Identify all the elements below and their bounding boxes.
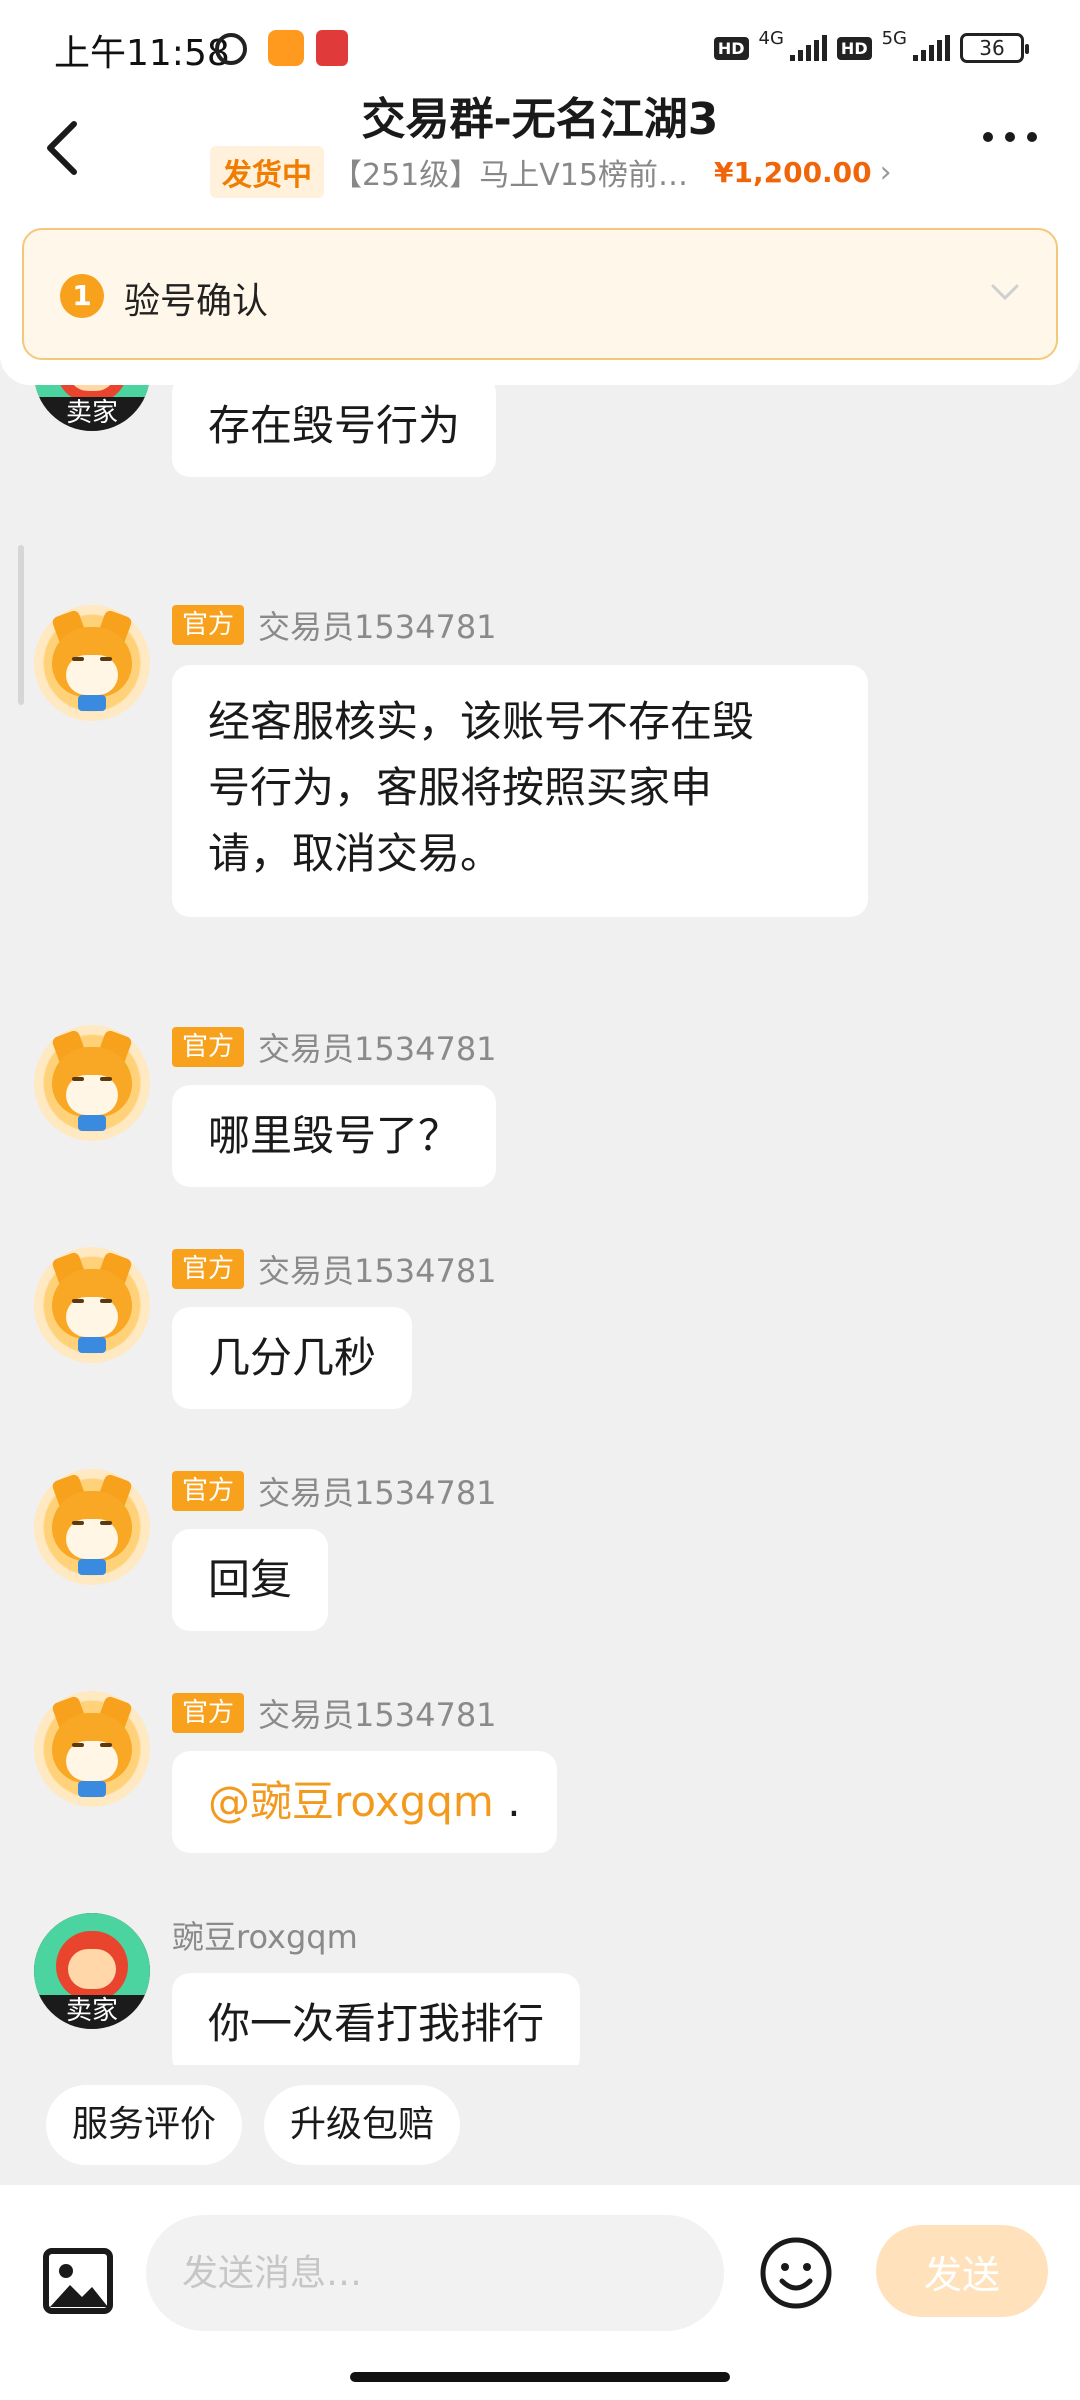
chevron-down-icon[interactable]: [990, 282, 1020, 302]
hd-icon: HD: [713, 36, 749, 60]
network-type-2: 5G: [881, 27, 907, 49]
status-bar: 上午11:58 HD 4G HD 5G 36: [0, 0, 1080, 92]
signal-icon-2: [913, 35, 950, 61]
message-bubble[interactable]: 几分几秒: [172, 1307, 413, 1409]
official-tag: 官方: [172, 605, 245, 645]
message-line: 经客服核实，该账号不存在毁: [208, 697, 755, 746]
home-indicator[interactable]: [350, 2372, 730, 2382]
agent-avatar[interactable]: [34, 1025, 150, 1141]
hd-icon-2: HD: [836, 36, 872, 60]
message-line: 请，取消交易。: [208, 829, 503, 878]
sender-row: 官方 交易员1534781: [172, 1469, 497, 1513]
seller-avatar[interactable]: 卖家: [34, 385, 150, 431]
agent-avatar[interactable]: [34, 605, 150, 721]
official-tag: 官方: [172, 1027, 245, 1067]
sender-row: 官方 交易员1534781: [172, 1025, 497, 1069]
seller-avatar[interactable]: 卖家: [34, 1913, 150, 2029]
message-text: .: [493, 1777, 521, 1826]
app-notification-icon: [268, 30, 304, 66]
message-bubble[interactable]: 你一次看打我排行: [172, 1973, 581, 2065]
chevron-right-icon: ›: [879, 154, 892, 190]
upgrade-insurance-button[interactable]: 升级包赔: [264, 2085, 461, 2165]
notice-text: 验号确认: [124, 281, 269, 322]
message-bubble[interactable]: @豌豆roxgqm .: [172, 1751, 557, 1853]
alarm-icon: [215, 33, 247, 65]
status-time: 上午11:58: [54, 33, 230, 74]
sender-name: 交易员1534781: [258, 1252, 497, 1290]
status-right-group: HD 4G HD 5G 36: [713, 26, 1029, 70]
mention-link[interactable]: @豌豆roxgqm: [208, 1777, 494, 1826]
send-button[interactable]: 发送: [876, 2225, 1048, 2317]
sender-name: 豌豆roxgqm: [172, 1918, 358, 1956]
sender-row: 官方 交易员1534781: [172, 1247, 497, 1291]
agent-avatar[interactable]: [34, 1247, 150, 1363]
sender-row: 官方 交易员1534781: [172, 603, 497, 647]
sender-name: 交易员1534781: [258, 608, 497, 646]
message-bubble[interactable]: 回复: [172, 1529, 329, 1631]
message-input[interactable]: [146, 2215, 724, 2331]
signal-icon: [789, 35, 827, 61]
official-tag: 官方: [172, 1249, 245, 1289]
quick-actions: 服务评价 升级包赔: [0, 2065, 1080, 2185]
sender-row: 官方 交易员1534781: [172, 1691, 497, 1735]
page-title: 交易群-无名江湖3: [361, 94, 719, 145]
agent-avatar[interactable]: [34, 1691, 150, 1807]
service-rating-button[interactable]: 服务评价: [46, 2085, 243, 2165]
agent-avatar[interactable]: [34, 1469, 150, 1585]
notice-container: 1 验号确认: [0, 210, 1080, 385]
network-type: 4G: [758, 27, 784, 49]
verification-notice[interactable]: 1 验号确认: [22, 228, 1058, 360]
order-summary[interactable]: 发货中 【251级】马上V15榜前… ¥1,200.00 ›: [210, 146, 892, 198]
scrollbar[interactable]: [18, 545, 24, 705]
sender-name: 交易员1534781: [258, 1474, 497, 1512]
message-list[interactable]: 卖家 存在毁号行为 官方 交易员1534781 经客服核实，该账号不存在毁 号行…: [0, 385, 1080, 2065]
input-bar: 发送: [0, 2185, 1080, 2400]
image-icon[interactable]: [42, 2245, 114, 2317]
sender-row: 豌豆roxgqm: [172, 1913, 358, 1957]
price: ¥1,200.00: [714, 155, 872, 189]
app-notification-icon-2: [316, 30, 348, 66]
message-line: 号行为，客服将按照买家申: [208, 763, 713, 812]
emoji-icon[interactable]: [758, 2235, 834, 2311]
seller-label: 卖家: [34, 397, 150, 431]
status-badge: 发货中: [210, 146, 324, 198]
message-bubble[interactable]: 存在毁号行为: [172, 385, 497, 477]
official-tag: 官方: [172, 1471, 245, 1511]
sender-name: 交易员1534781: [258, 1030, 497, 1068]
seller-label: 卖家: [34, 1995, 150, 2029]
message-bubble[interactable]: 经客服核实，该账号不存在毁 号行为，客服将按照买家申 请，取消交易。: [172, 665, 868, 917]
battery-icon: 36: [960, 33, 1029, 63]
official-tag: 官方: [172, 1693, 245, 1733]
product-title: 【251级】马上V15榜前…: [332, 158, 688, 193]
message-bubble[interactable]: 哪里毁号了？: [172, 1085, 497, 1187]
more-options-icon[interactable]: [980, 122, 1040, 152]
step-number-icon: 1: [60, 274, 104, 318]
sender-name: 交易员1534781: [258, 1696, 497, 1734]
